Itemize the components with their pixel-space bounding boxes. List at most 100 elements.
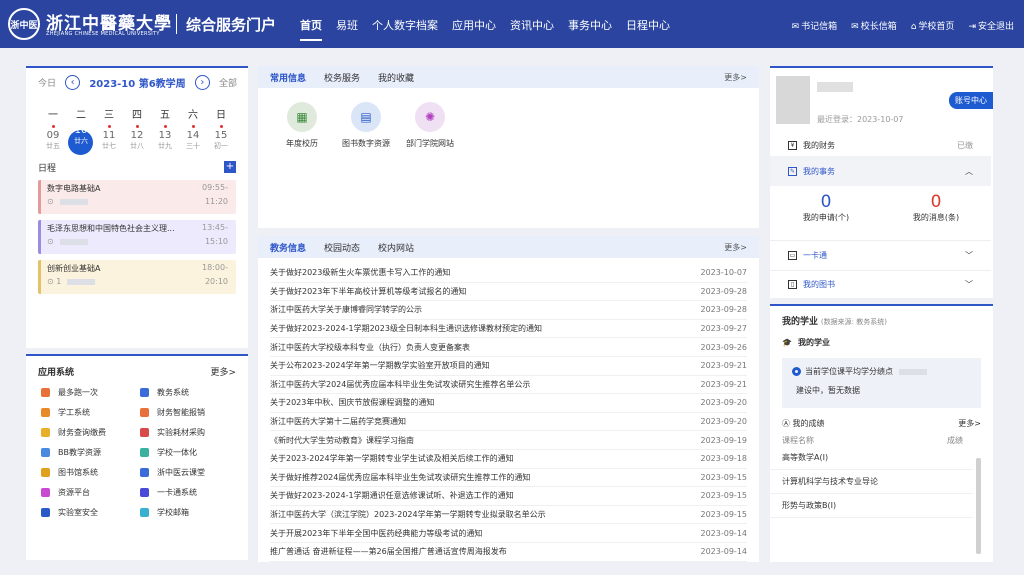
account-center-button[interactable]: 账号中心: [949, 92, 993, 109]
all-button[interactable]: 全部: [219, 76, 237, 89]
scores-more-link[interactable]: 更多>: [958, 418, 981, 429]
news-title: 关于公布2023-2024学年第一学期教学实验室开放项目的通知: [270, 361, 490, 371]
app-icon: [140, 447, 149, 457]
avatar[interactable]: [776, 76, 810, 124]
news-item[interactable]: 《新时代大学生劳动教育》课程学习指南 2023-09-19: [270, 431, 747, 450]
app-item[interactable]: 财务查询缴费: [38, 424, 137, 440]
add-schedule-button[interactable]: +: [224, 161, 236, 173]
tab-school-service[interactable]: 校务服务: [324, 71, 360, 84]
news-item[interactable]: 关于做好2023级新生火车票优惠卡写入工作的通知 2023-10-07: [270, 264, 747, 283]
scores-scrollbar[interactable]: [976, 458, 981, 554]
day-cell[interactable]: 12 廿八: [123, 125, 151, 155]
nav-news-center[interactable]: 资讯中心: [510, 17, 554, 33]
scores-title: 我的成绩: [792, 419, 825, 428]
card-row[interactable]: ▭ 一卡通 ﹀: [770, 240, 991, 270]
app-item[interactable]: 浙中医云课堂: [137, 464, 236, 480]
news-item[interactable]: 关于公布2023-2024学年第一学期教学实验室开放项目的通知 2023-09-2…: [270, 357, 747, 376]
nav-home[interactable]: 首页: [300, 17, 322, 41]
chevron-down-icon[interactable]: ﹀: [965, 250, 973, 261]
day-cell-selected[interactable]: 10 廿六: [67, 125, 95, 155]
news-item[interactable]: 浙江中医药大学关于康博睿同学转学的公示 2023-09-28: [270, 301, 747, 320]
app-item[interactable]: 资源平台: [38, 484, 137, 500]
apps-more-link[interactable]: 更多>: [210, 365, 236, 378]
event-start: 09:55-: [202, 183, 228, 192]
news-item[interactable]: 推广普通话 奋进新征程——第26届全国推广普通话宣传周海报发布 2023-09-1…: [270, 543, 747, 562]
app-item[interactable]: 学工系统: [38, 404, 137, 420]
logout-link[interactable]: ⇥ 安全退出: [968, 19, 1014, 32]
app-item[interactable]: BB教学资源: [38, 444, 137, 460]
nav-yiban[interactable]: 易班: [336, 17, 358, 33]
day-cell[interactable]: 09 廿五: [39, 125, 67, 155]
schedule-event[interactable]: 数字电路基础A ⊙ 09:55- 11:20: [38, 180, 236, 214]
shortcut-library[interactable]: ▤ 图书数字资源: [334, 102, 398, 149]
nav-schedule-center[interactable]: 日程中心: [626, 17, 670, 33]
today-button[interactable]: 今日: [38, 76, 56, 89]
my-applications[interactable]: 0 我的申请(个): [786, 192, 866, 223]
news-title: 推广普通话 奋进新征程——第26届全国推广普通话宣传周海报发布: [270, 547, 507, 557]
news-item[interactable]: 关于做好2023-2024-1学期2023级全日制本科生通识选修课教材预定的通知…: [270, 320, 747, 339]
app-icon: [41, 427, 50, 437]
news-item[interactable]: 关于做好推荐2024届优秀应届本科毕业生免试攻读研究生推荐工作的通知 2023-0…: [270, 469, 747, 488]
shortcut-calendar[interactable]: ▦ 年度校历: [270, 102, 334, 149]
day-cell[interactable]: 13 廿九: [151, 125, 179, 155]
calendar-panel: 今日 ‹ 2023-10 第6教学周 › 全部 一 二 三 四 五 六 日 09…: [26, 66, 248, 348]
lunar-date: 廿六: [74, 137, 88, 145]
library-row[interactable]: ▯ 我的图书 ﹀: [770, 270, 991, 298]
day-cell[interactable]: 11 廿七: [95, 125, 123, 155]
news-date: 2023-09-15: [700, 491, 748, 501]
course-row[interactable]: 计算机科学与技术专业导论: [770, 470, 973, 494]
day-cell[interactable]: 14 三十: [179, 125, 207, 155]
top-bar: 浙中医 浙江中醫藥大學 ZHEJIANG CHINESE MEDICAL UNI…: [0, 0, 1024, 48]
course-row[interactable]: 形势与政策B(Ⅰ): [770, 494, 973, 518]
nav-app-center[interactable]: 应用中心: [452, 17, 496, 33]
day-row: 09 廿五 10 廿六 11 廿七 12 廿八 13 廿九 14 三十 15 初一: [26, 125, 248, 155]
app-label: 学校邮箱: [157, 507, 189, 517]
shortcut-websites[interactable]: ✺ 部门学院网站: [398, 102, 462, 149]
finance-label: 我的财务: [803, 140, 835, 150]
app-item[interactable]: 一卡通系统: [137, 484, 236, 500]
tab-campus-news[interactable]: 校园动态: [324, 241, 360, 254]
my-messages[interactable]: 0 我的消息(条): [896, 192, 976, 223]
app-item[interactable]: 实验室安全: [38, 504, 137, 520]
president-mailbox-link[interactable]: ✉ 校长信箱: [851, 19, 897, 32]
course-row[interactable]: 高等数学A(Ⅰ): [770, 446, 973, 470]
nav-digital-archive[interactable]: 个人数字档案: [372, 17, 438, 33]
news-item[interactable]: 关于2023-2024学年第一学期转专业学生试读及相关后续工作的通知 2023-0…: [270, 450, 747, 469]
news-item[interactable]: 关于开展2023年下半年全国中医药经典能力等级考试的通知 2023-09-14: [270, 524, 747, 543]
day-cell[interactable]: 15 初一: [207, 125, 235, 155]
schedule-event[interactable]: 创新创业基础A ⊙ 1 18:00- 20:10: [38, 260, 236, 294]
news-item[interactable]: 关于2023年中秋、国庆节放假课程调整的通知 2023-09-20: [270, 394, 747, 413]
weekday: 六: [188, 110, 198, 121]
shortcut-label: 图书数字资源: [342, 139, 390, 148]
nav-affairs-center[interactable]: 事务中心: [568, 17, 612, 33]
news-item[interactable]: 浙江中医药大学第十二届药学竞赛通知 2023-09-20: [270, 413, 747, 432]
news-more-link[interactable]: 更多>: [724, 242, 747, 253]
prev-week-icon[interactable]: ‹: [65, 75, 81, 90]
app-item[interactable]: 学校一体化: [137, 444, 236, 460]
app-item[interactable]: 最多跑一次: [38, 384, 137, 400]
tab-common-info[interactable]: 常用信息: [270, 71, 306, 84]
tab-favorites[interactable]: 我的收藏: [378, 71, 414, 84]
tab-internal-sites[interactable]: 校内网站: [378, 241, 414, 254]
news-item[interactable]: 浙江中医药大学（滨江学院）2023-2024学年第一学期转专业拟录取名单公示 20…: [270, 506, 747, 525]
news-item[interactable]: 关于做好2023年下半年高校计算机等级考试报名的通知 2023-09-28: [270, 283, 747, 302]
news-item[interactable]: 浙江中医药大学2024届优秀应届本科毕业生免试攻读研究生推荐名单公示 2023-0…: [270, 376, 747, 395]
chevron-up-icon[interactable]: ︿: [965, 166, 973, 177]
info-more-link[interactable]: 更多>: [724, 72, 747, 83]
app-item[interactable]: 教务系统: [137, 384, 236, 400]
affairs-row[interactable]: ✎ 我的事务 ︿: [770, 156, 991, 186]
schedule-event[interactable]: 毛泽东思想和中国特色社会主义理... ⊙ 13:45- 15:10: [38, 220, 236, 254]
news-item[interactable]: 浙江中医药大学校级本科专业（执行）负责人变更备案表 2023-09-26: [270, 338, 747, 357]
chevron-down-icon[interactable]: ﹀: [965, 279, 973, 290]
app-item[interactable]: 财务智能报销: [137, 404, 236, 420]
app-item[interactable]: 图书馆系统: [38, 464, 137, 480]
tab-academic-news[interactable]: 教务信息: [270, 241, 306, 254]
next-week-icon[interactable]: ›: [194, 75, 210, 90]
school-home-link[interactable]: ⌂ 学校首页: [911, 19, 955, 32]
app-item[interactable]: 实验耗材采购: [137, 424, 236, 440]
app-label: 资源平台: [58, 487, 90, 497]
news-item[interactable]: 关于做好2023-2024-1学期通识任意选修课试听、补退选工作的通知 2023-…: [270, 487, 747, 506]
secretary-mailbox-link[interactable]: ✉ 书记信箱: [792, 19, 838, 32]
app-item[interactable]: 学校邮箱: [137, 504, 236, 520]
finance-row[interactable]: ¥ 我的财务 已缴: [770, 136, 991, 154]
